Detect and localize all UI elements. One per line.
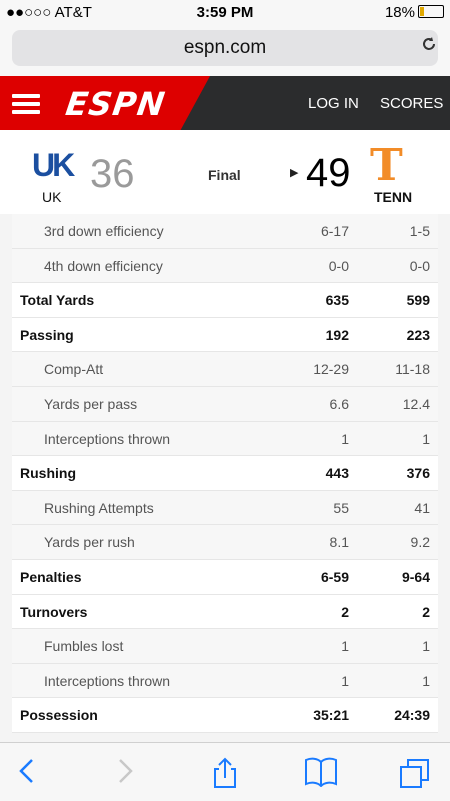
stat-row: Yards per rush 8.1 9.2 [12,525,438,560]
scores-link[interactable]: SCORES [380,95,443,112]
bookmarks-icon[interactable] [304,757,338,792]
stat-row: Passing 192 223 [12,317,438,353]
stat-row: Rushing 443 376 [12,456,438,491]
uk-stat-value: 35:21 [313,707,349,724]
stat-row: Turnovers 2 2 [12,594,438,630]
home-team-score: 49 [306,151,351,195]
tenn-stat-value: 24:39 [394,707,430,724]
browser-address-bar: espn.com [0,26,450,76]
stat-label: Yards per rush [44,534,135,551]
tenn-stat-value: 2 [422,603,430,620]
stat-label: 4th down efficiency [44,257,163,274]
stat-label: 3rd down efficiency [44,223,164,239]
game-status: Final [208,167,241,183]
tenn-stat-value: 1-5 [409,223,430,239]
tenn-stat-value: 1 [422,430,430,447]
hamburger-menu-icon[interactable] [12,94,40,114]
tenn-stat-value: 12.4 [402,395,430,412]
battery-indicator: 18% [385,4,444,21]
tenn-stat-value: 1 [422,672,430,689]
stat-row: Yards per pass 6.6 12.4 [12,386,438,422]
stat-label: Rushing [20,465,76,482]
away-team-logo: UK [32,147,75,183]
share-icon[interactable] [210,757,240,794]
uk-stat-value: 1 [341,672,349,689]
browser-toolbar [0,742,450,801]
uk-stat-value: 12-29 [313,361,349,378]
tenn-stat-value: 0-0 [409,257,430,274]
stat-row: Possession 35:21 24:39 [12,698,438,733]
away-team-score: 36 [90,152,135,196]
tenn-stat-value: 11-18 [395,361,430,378]
home-team-abbr: TENN [374,189,413,205]
back-icon[interactable] [16,757,38,790]
stat-row: Rushing Attempts 55 41 [12,490,438,526]
stat-row: Fumbles lost 1 1 [12,629,438,664]
tabs-icon[interactable] [398,757,432,794]
stat-row: 4th down efficiency 0-0 0-0 [12,248,438,284]
uk-stat-value: 443 [325,465,349,482]
stat-label: Turnovers [20,603,88,620]
uk-stat-value: 0-0 [328,257,349,274]
uk-stat-value: 8.1 [329,534,349,551]
tenn-stat-value: 41 [414,499,430,516]
stat-row: 3rd down efficiency 6-17 1-5 [12,214,438,249]
stat-label: Interceptions thrown [44,672,171,689]
uk-stat-value: 1 [341,638,349,655]
stat-row: Penalties 6-59 9-64 [12,559,438,595]
uk-stat-value: 6-59 [320,568,349,585]
stat-label: Passing [20,326,74,343]
stat-label: Interceptions thrown [44,430,171,447]
reload-icon[interactable] [420,35,438,58]
stat-label: Total Yards [20,292,95,309]
tenn-stat-value: 376 [406,465,430,482]
scoreboard-header[interactable]: UK UK 36 Final ▶ 49 T TENN [0,130,450,214]
stat-label: Possession [20,707,98,724]
url-field[interactable]: espn.com [12,30,438,66]
stat-row: Interceptions thrown 1 1 [12,421,438,457]
uk-stat-value: 55 [333,499,349,516]
home-team-logo: T [370,140,403,191]
stat-label: Yards per pass [44,395,138,412]
battery-icon [418,5,444,18]
espn-nav-bar: ESPN LOG IN SCORES [0,76,450,130]
forward-icon[interactable] [114,757,136,790]
uk-stat-value: 635 [325,292,349,309]
clock: 3:59 PM [196,4,254,21]
stat-label: Fumbles lost [44,638,124,655]
login-link[interactable]: LOG IN [308,95,359,112]
battery-percent: 18% [384,4,415,21]
winner-arrow-icon: ▶ [290,167,299,179]
espn-logo[interactable]: ESPN [63,85,167,123]
status-bar: ●●○○○ AT&T 3:59 PM 18% [0,0,450,26]
stat-label: Penalties [20,568,82,585]
url-domain: espn.com [183,37,267,58]
uk-stat-value: 6.6 [329,395,349,412]
away-team-abbr: UK [42,189,62,205]
tenn-stat-value: 9-64 [401,568,430,585]
stat-label: Rushing Attempts [44,499,154,516]
uk-stat-value: 2 [341,603,349,620]
stat-row: Total Yards 635 599 [12,283,438,318]
tenn-stat-value: 1 [422,638,430,655]
stat-row: Comp-Att 12-29 11-18 [12,352,438,387]
uk-stat-value: 192 [325,326,349,343]
stat-label: Comp-Att [44,361,104,378]
stat-row: Interceptions thrown 1 1 [12,663,438,699]
tenn-stat-value: 9.2 [410,534,430,551]
team-stats-table: 3rd down efficiency 6-17 1-5 4th down effic… [12,214,438,733]
uk-stat-value: 6-17 [320,223,349,239]
tenn-stat-value: 223 [406,326,430,343]
tenn-stat-value: 599 [406,292,430,309]
uk-stat-value: 1 [341,430,349,447]
